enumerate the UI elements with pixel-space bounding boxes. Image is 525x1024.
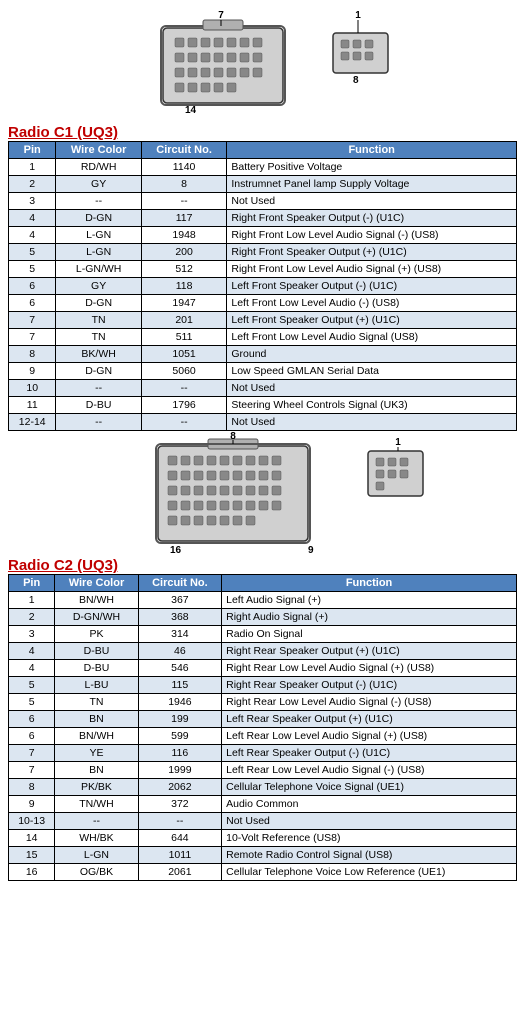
c2-connector-section: 8 1 16 9 Radio C2 (UQ3) Pin Wire Color C… <box>8 441 517 881</box>
c2-table: Pin Wire Color Circuit No. Function 1BN/… <box>8 574 517 881</box>
c1-header-wire: Wire Color <box>56 142 141 159</box>
svg-text:16: 16 <box>170 545 182 556</box>
table-row: 9TN/WH372Audio Common <box>9 796 517 813</box>
table-row: 15L-GN1011Remote Radio Control Signal (U… <box>9 847 517 864</box>
c1-header-function: Function <box>227 142 517 159</box>
table-row: 5TN1946Right Rear Low Level Audio Signal… <box>9 694 517 711</box>
c1-connector-image: 7 1 14 8 <box>8 8 517 118</box>
table-row: 4D-BU546Right Rear Low Level Audio Signa… <box>9 660 517 677</box>
c1-header-circuit: Circuit No. <box>141 142 227 159</box>
table-row: 10----Not Used <box>9 380 517 397</box>
table-row: 2GY8Instrumnet Panel lamp Supply Voltage <box>9 176 517 193</box>
table-row: 5L-GN/WH512Right Front Low Level Audio S… <box>9 261 517 278</box>
c1-header-pin: Pin <box>9 142 56 159</box>
table-row: 6BN199Left Rear Speaker Output (+) (U1C) <box>9 711 517 728</box>
table-row: 7YE116Left Rear Speaker Output (-) (U1C) <box>9 745 517 762</box>
table-row: 4D-GN117Right Front Speaker Output (-) (… <box>9 210 517 227</box>
c1-connector-section: 7 1 14 8 Radio C1 (UQ3) Pin Wire Color C… <box>8 8 517 431</box>
c1-title: Radio C1 (UQ3) <box>8 124 517 141</box>
c2-header-function: Function <box>222 575 517 592</box>
table-row: 1BN/WH367Left Audio Signal (+) <box>9 592 517 609</box>
table-row: 12-14----Not Used <box>9 414 517 431</box>
table-row: 4D-BU46Right Rear Speaker Output (+) (U1… <box>9 643 517 660</box>
table-row: 11D-BU1796Steering Wheel Controls Signal… <box>9 397 517 414</box>
svg-text:1: 1 <box>355 10 361 21</box>
svg-text:8: 8 <box>353 75 359 86</box>
svg-text:1: 1 <box>395 437 401 448</box>
table-row: 3----Not Used <box>9 193 517 210</box>
table-row: 6D-GN1947Left Front Low Level Audio (-) … <box>9 295 517 312</box>
svg-text:14: 14 <box>185 105 197 116</box>
table-row: 8PK/BK2062Cellular Telephone Voice Signa… <box>9 779 517 796</box>
table-row: 5L-GN200Right Front Speaker Output (+) (… <box>9 244 517 261</box>
c2-header-wire: Wire Color <box>55 575 138 592</box>
table-row: 4L-GN1948Right Front Low Level Audio Sig… <box>9 227 517 244</box>
table-row: 7BN1999Left Rear Low Level Audio Signal … <box>9 762 517 779</box>
table-row: 1RD/WH1140Battery Positive Voltage <box>9 159 517 176</box>
c2-header-circuit: Circuit No. <box>138 575 221 592</box>
table-row: 14WH/BK64410-Volt Reference (US8) <box>9 830 517 847</box>
table-row: 2D-GN/WH368Right Audio Signal (+) <box>9 609 517 626</box>
c1-table: Pin Wire Color Circuit No. Function 1RD/… <box>8 141 517 431</box>
table-row: 16OG/BK2061Cellular Telephone Voice Low … <box>9 864 517 881</box>
table-row: 9D-GN5060Low Speed GMLAN Serial Data <box>9 363 517 380</box>
table-row: 5L-BU115Right Rear Speaker Output (-) (U… <box>9 677 517 694</box>
svg-text:7: 7 <box>218 10 224 21</box>
table-row: 8BK/WH1051Ground <box>9 346 517 363</box>
svg-text:9: 9 <box>308 545 314 556</box>
c2-connector-image: 8 1 16 9 <box>8 441 517 551</box>
table-row: 6BN/WH599Left Rear Low Level Audio Signa… <box>9 728 517 745</box>
c1-diagram-svg: 7 1 14 8 <box>113 8 413 118</box>
c2-diagram-svg: 8 1 16 9 <box>78 431 448 561</box>
c2-header-pin: Pin <box>9 575 55 592</box>
table-row: 10-13----Not Used <box>9 813 517 830</box>
table-row: 6GY118Left Front Speaker Output (-) (U1C… <box>9 278 517 295</box>
table-row: 7TN511Left Front Low Level Audio Signal … <box>9 329 517 346</box>
table-row: 7TN201Left Front Speaker Output (+) (U1C… <box>9 312 517 329</box>
table-row: 3PK314Radio On Signal <box>9 626 517 643</box>
